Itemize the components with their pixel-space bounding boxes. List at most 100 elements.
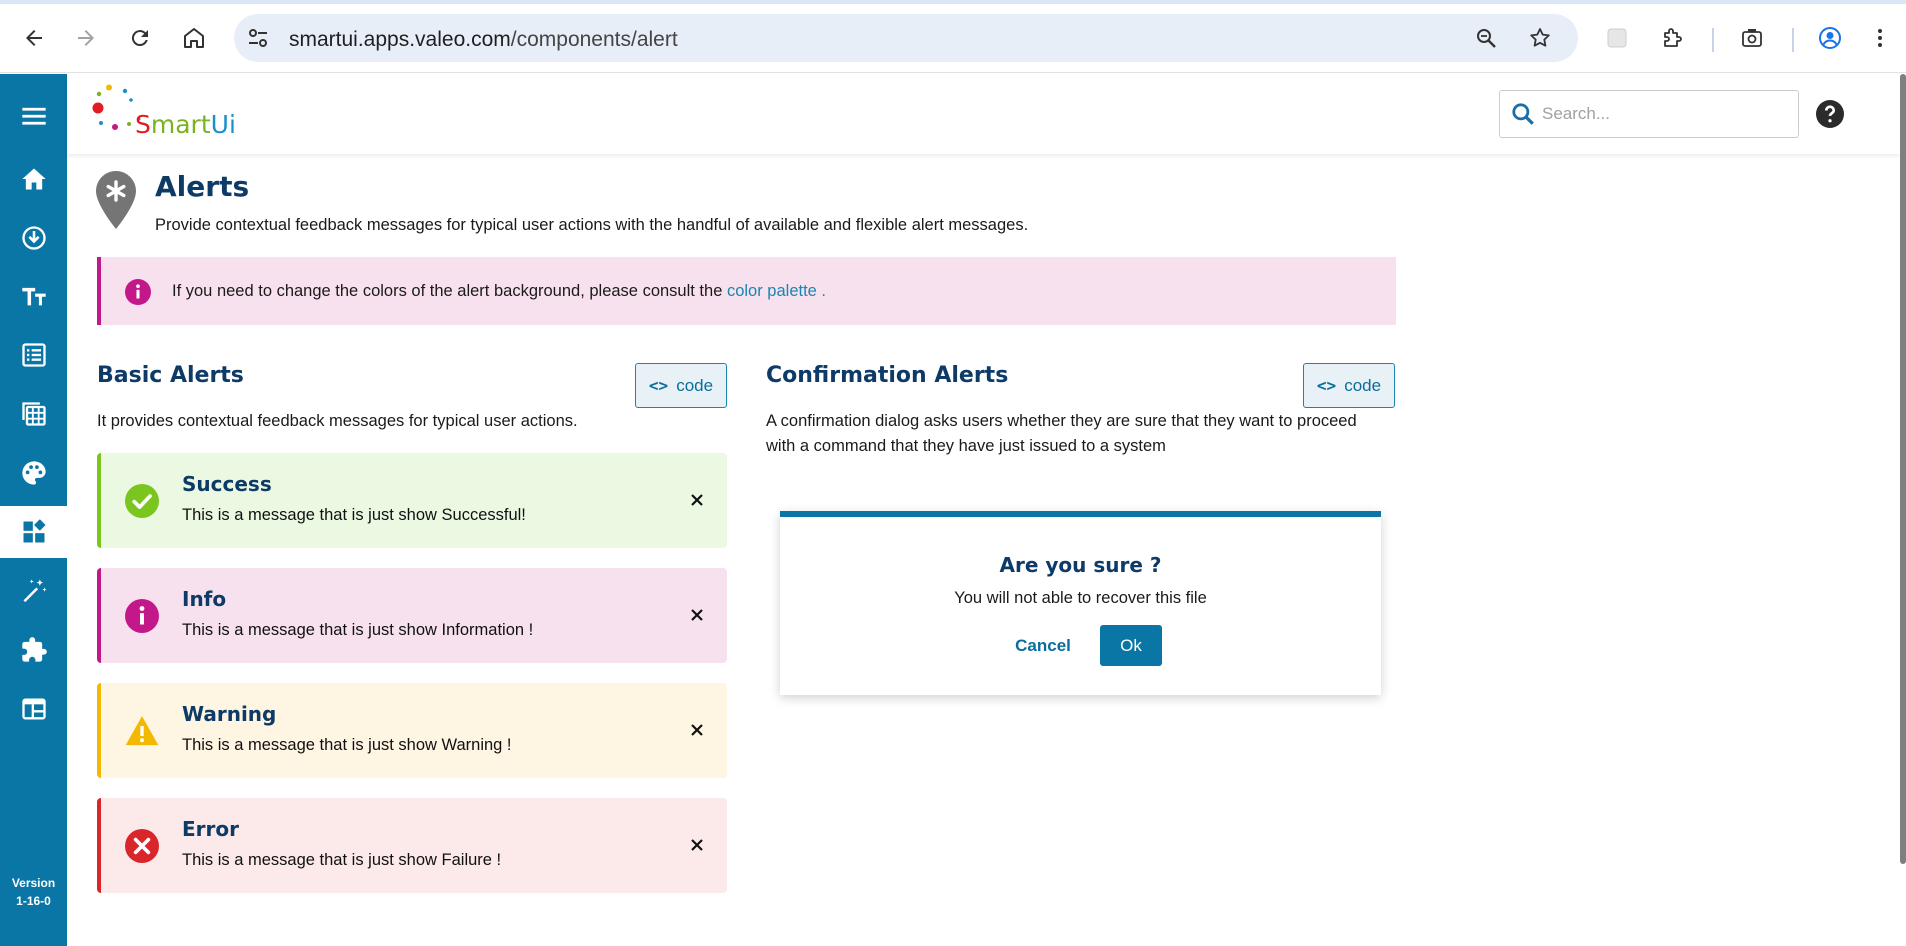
search-box[interactable] (1499, 90, 1799, 138)
logo-text-ui: Ui (210, 110, 236, 139)
reload-button[interactable] (122, 20, 158, 56)
error-alert: Error This is a message that is just sho… (97, 798, 727, 893)
sidebar-item-utilities[interactable] (0, 565, 67, 617)
alert-close-button[interactable] (686, 834, 708, 856)
logo-text-mart: mart (150, 110, 211, 139)
confirmation-dialog: Are you sure ? You will not able to reco… (780, 511, 1381, 695)
version-number: 1-16-0 (16, 894, 51, 908)
smartui-logo[interactable]: SmartUi (87, 84, 236, 144)
screenshot-button[interactable] (1734, 20, 1770, 56)
close-icon (691, 839, 703, 851)
sidebar-item-home[interactable] (0, 153, 67, 205)
address-bar[interactable]: smartui.apps.valeo.com/components/alert (234, 14, 1578, 62)
confirmation-alerts-code-button[interactable]: <> code (1303, 363, 1395, 408)
description-line: A confirmation dialog asks users whether… (766, 412, 1357, 430)
browser-menu-button[interactable] (1868, 20, 1892, 56)
warning-alert: Warning This is a message that is just s… (97, 683, 727, 778)
puzzle-icon (21, 637, 47, 662)
page-scrollbar[interactable] (1900, 74, 1906, 864)
toolbar-divider (1792, 28, 1794, 52)
info-alert: Info This is a message that is just show… (97, 568, 727, 663)
alert-close-button[interactable] (686, 719, 708, 741)
confirmation-alerts-description: A confirmation dialog asks users whether… (766, 409, 1357, 459)
forward-button[interactable] (68, 20, 104, 56)
color-palette-link[interactable]: color palette (727, 282, 817, 300)
cancel-button[interactable]: Cancel (1010, 636, 1076, 660)
extension-button[interactable] (1599, 20, 1635, 56)
warning-triangle-icon (125, 716, 159, 746)
toolbar-divider (1712, 28, 1714, 52)
success-alert: Success This is a message that is just s… (97, 453, 727, 548)
alert-message: This is a message that is just show Info… (182, 621, 534, 639)
reload-icon (131, 30, 148, 47)
sidebar-item-getting-started[interactable] (0, 212, 67, 264)
close-icon (691, 724, 703, 736)
list-box-icon (21, 343, 46, 367)
zoom-icon[interactable] (1474, 26, 1498, 50)
dialog-message: You will not able to recover this file (954, 589, 1207, 607)
arrow-right-icon (78, 30, 94, 46)
page-description: Provide contextual feedback messages for… (155, 216, 1029, 234)
close-icon (691, 609, 703, 621)
url-path: /components/alert (510, 28, 678, 51)
home-button[interactable] (176, 20, 212, 56)
puzzle-outline-icon (1664, 28, 1682, 47)
sidebar-menu-toggle[interactable] (0, 90, 67, 142)
hamburger-menu-icon (21, 107, 46, 125)
url-host: smartui.apps.valeo.com (289, 28, 511, 51)
web-layout-icon (21, 698, 46, 720)
dashboard-widgets-icon (23, 519, 46, 543)
alert-close-button[interactable] (686, 604, 708, 626)
close-icon (691, 494, 703, 506)
text-size-icon (21, 287, 46, 306)
back-button[interactable] (16, 20, 52, 56)
browser-toolbar: smartui.apps.valeo.com/components/alert (0, 4, 1906, 73)
camera-icon (1742, 29, 1762, 47)
sidebar-item-colors[interactable] (0, 447, 67, 499)
alert-title: Error (182, 817, 239, 841)
more-vertical-icon (1878, 29, 1882, 47)
basic-alerts-description: It provides contextual feedback messages… (97, 412, 578, 430)
home-outline-icon (184, 28, 204, 48)
ok-button[interactable]: Ok (1100, 625, 1162, 666)
alert-message: This is a message that is just show Succ… (182, 506, 526, 524)
sidebar-item-typography[interactable] (0, 270, 67, 322)
sidebar: Version 1-16-0 (0, 74, 67, 946)
version-info: Version 1-16-0 (0, 874, 67, 910)
profile-button[interactable] (1812, 20, 1848, 56)
magic-wand-icon (23, 579, 47, 603)
info-circle-icon (125, 279, 151, 305)
sidebar-item-grid[interactable] (0, 388, 67, 440)
alert-message: This is a message that is just show Fail… (182, 851, 502, 869)
code-button-label: code (1344, 375, 1382, 395)
alert-title: Info (182, 587, 227, 611)
bookmark-star-icon[interactable] (1528, 26, 1552, 50)
table-grid-icon (21, 402, 46, 426)
download-circle-icon (21, 226, 46, 250)
color-note-alert: If you need to change the colors of the … (97, 257, 1396, 325)
sidebar-item-plugins[interactable] (0, 624, 67, 676)
site-settings-icon[interactable] (246, 26, 270, 50)
code-brackets-icon: <> (648, 376, 669, 395)
map-pin-icon (96, 171, 136, 229)
extension-blank-icon (1607, 28, 1627, 48)
check-circle-icon (125, 484, 159, 518)
alert-close-button[interactable] (686, 489, 708, 511)
search-icon (1512, 103, 1534, 125)
help-icon[interactable] (1816, 100, 1844, 128)
palette-icon (21, 461, 46, 485)
sidebar-item-layout[interactable] (0, 329, 67, 381)
arrow-left-icon (26, 30, 42, 46)
extensions-button[interactable] (1654, 20, 1690, 56)
url-text[interactable]: smartui.apps.valeo.com/components/alert (289, 28, 678, 52)
app-header: SmartUi (67, 74, 1900, 154)
alert-title: Success (182, 472, 272, 496)
note-suffix: . (816, 282, 827, 300)
sidebar-item-components[interactable] (0, 506, 67, 558)
sidebar-item-templates[interactable] (0, 683, 67, 735)
info-circle-icon (125, 599, 159, 633)
basic-alerts-code-button[interactable]: <> code (635, 363, 727, 408)
account-circle-icon (1819, 27, 1841, 49)
search-input[interactable] (1542, 101, 1782, 127)
note-text: If you need to change the colors of the … (172, 282, 727, 300)
